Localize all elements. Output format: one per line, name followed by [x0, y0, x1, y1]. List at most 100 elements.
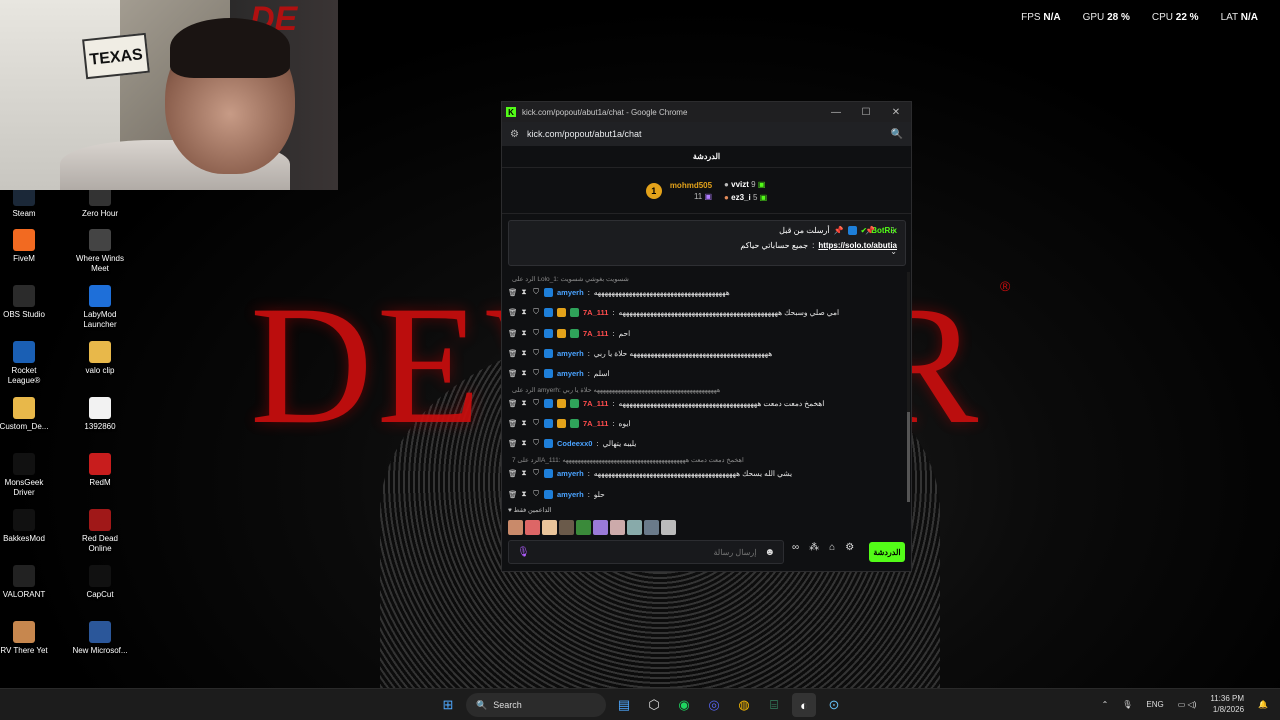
desktop-icon[interactable]: Rocket League®: [0, 341, 52, 386]
desktop-icon[interactable]: Red Dead Online: [72, 509, 128, 554]
ban-icon[interactable]: ⛉: [532, 348, 540, 358]
desktop-icon[interactable]: CapCut: [72, 565, 128, 600]
timeout-icon[interactable]: ⧗: [520, 328, 528, 338]
emoji-icon[interactable]: ☻: [764, 547, 775, 558]
delete-icon[interactable]: 🗑: [508, 369, 518, 378]
chat-message[interactable]: 🗑 ⧗ ⛉ amyerh: هههههههههههههههههههههههههههههه…: [508, 348, 898, 358]
desktop-icon[interactable]: valo clip: [72, 341, 128, 376]
timeout-icon[interactable]: ⧗: [520, 438, 528, 448]
gifter-name[interactable]: ez3_i: [731, 193, 751, 202]
desktop-icon[interactable]: Where Winds Meet: [72, 229, 128, 274]
chat-username[interactable]: amyerh: [557, 288, 584, 297]
chat-messages[interactable]: الرد على Lolo_1: شسويت بغوشي شسويت 🗑 ⧗ ⛉ amy…: [508, 270, 906, 502]
infinity-icon[interactable]: ∞: [792, 542, 799, 553]
timeout-icon[interactable]: ⧗: [520, 418, 528, 428]
settings-icon[interactable]: ⚙: [845, 542, 854, 553]
chat-username[interactable]: 7A_111: [583, 399, 608, 408]
taskbar-search[interactable]: 🔍 Search: [466, 693, 606, 717]
desktop-icon[interactable]: RedM: [72, 453, 128, 488]
delete-icon[interactable]: 🗑: [508, 399, 518, 408]
reply-context[interactable]: الرد على Lolo_1: شسويت بغوشي شسويت: [512, 275, 902, 283]
ban-icon[interactable]: ⛉: [532, 438, 540, 448]
desktop-icon[interactable]: 1392860: [72, 397, 128, 432]
timeout-icon[interactable]: ⧗: [520, 368, 528, 378]
unpin-icon[interactable]: 📌: [865, 226, 875, 235]
chat-input-box[interactable]: 🎙 ☻: [508, 540, 784, 564]
microphone-icon[interactable]: 🎙: [1122, 700, 1132, 709]
microphone-icon[interactable]: 🎙: [517, 547, 530, 558]
chat-message[interactable]: 🗑 ⧗ ⛉ 7A_111: ايوه: [508, 418, 898, 428]
epic-games-icon[interactable]: ⬡: [642, 693, 666, 717]
url-text[interactable]: kick.com/popout/abut1a/chat: [527, 129, 642, 139]
desktop-icon[interactable]: MonsGeek Driver: [0, 453, 52, 498]
close-button[interactable]: ✕: [881, 107, 911, 118]
timeout-icon[interactable]: ⧗: [520, 287, 528, 297]
chat-username[interactable]: 7A_111: [583, 419, 608, 428]
chat-username[interactable]: amyerh: [557, 349, 584, 358]
chat-username[interactable]: Codeexx0: [557, 439, 592, 448]
desktop-icon[interactable]: FiveM: [0, 229, 52, 264]
chrome-window[interactable]: K kick.com/popout/abut1a/chat - Google C…: [501, 101, 912, 572]
delete-icon[interactable]: 🗑: [508, 469, 518, 478]
supporter-avatars[interactable]: [508, 520, 676, 535]
reply-context[interactable]: الرد على amyerh: ههههههههههههههههههههههه…: [512, 386, 902, 394]
desktop-icon[interactable]: Custom_De...: [0, 397, 52, 432]
discord-icon[interactable]: ◎: [702, 693, 726, 717]
delete-icon[interactable]: 🗑: [508, 349, 518, 358]
gifter-name[interactable]: vvizt: [731, 180, 749, 189]
timeout-icon[interactable]: ⧗: [520, 489, 528, 499]
obs-icon[interactable]: ◐: [792, 693, 816, 717]
desktop-icon[interactable]: RV There Yet: [0, 621, 52, 656]
zoom-icon[interactable]: 🔍: [891, 129, 903, 140]
chat-message[interactable]: 🗑 ⧗ ⛉ amyerh: هههههههههههههههههههههههههههههه…: [508, 287, 898, 297]
chat-message[interactable]: 🗑 ⧗ ⛉ Codeexx0: يليبه يتهالي: [508, 438, 898, 448]
language-indicator[interactable]: ENG: [1146, 700, 1163, 709]
timeout-icon[interactable]: ⧗: [520, 398, 528, 408]
desktop-icon[interactable]: VALORANT: [0, 565, 52, 600]
spotify-icon[interactable]: ◉: [672, 693, 696, 717]
desktop-icon[interactable]: LabyMod Launcher: [72, 285, 128, 330]
timeout-icon[interactable]: ⧗: [520, 468, 528, 478]
more-options-icon[interactable]: ⋮: [889, 226, 897, 235]
ban-icon[interactable]: ⛉: [532, 418, 540, 428]
ban-icon[interactable]: ⛉: [532, 328, 540, 338]
file-explorer-icon[interactable]: ▤: [612, 693, 636, 717]
delete-icon[interactable]: 🗑: [508, 419, 518, 428]
delete-icon[interactable]: 🗑: [508, 308, 518, 317]
terminal-icon[interactable]: ⌸: [762, 693, 786, 717]
network-volume-icon[interactable]: ▭ ◁): [1178, 700, 1197, 709]
chat-username[interactable]: amyerh: [557, 369, 584, 378]
store-icon[interactable]: ⌂: [829, 542, 835, 553]
desktop-icon[interactable]: OBS Studio: [0, 285, 52, 320]
send-chat-button[interactable]: الدردشة: [869, 542, 905, 562]
ban-icon[interactable]: ⛉: [532, 489, 540, 499]
chat-input[interactable]: [529, 547, 765, 557]
chrome-icon[interactable]: ◍: [732, 693, 756, 717]
timeout-icon[interactable]: ⧗: [520, 307, 528, 317]
chat-username[interactable]: amyerh: [557, 469, 584, 478]
chat-message[interactable]: 🗑 ⧗ ⛉ 7A_111: احم: [508, 328, 898, 338]
delete-icon[interactable]: 🗑: [508, 288, 518, 297]
delete-icon[interactable]: 🗑: [508, 439, 518, 448]
chat-message[interactable]: 🗑 ⧗ ⛉ amyerh: اسلم: [508, 368, 898, 378]
ban-icon[interactable]: ⛉: [532, 468, 540, 478]
chat-username[interactable]: 7A_111: [583, 308, 608, 317]
gifter-name[interactable]: mohmd505: [670, 181, 712, 190]
chevron-up-icon[interactable]: ⌃: [1102, 700, 1109, 709]
chat-username[interactable]: 7A_111: [583, 329, 608, 338]
ban-icon[interactable]: ⛉: [532, 287, 540, 297]
site-settings-icon[interactable]: ⚙: [510, 129, 519, 140]
minimize-button[interactable]: —: [821, 107, 851, 118]
desktop-icon[interactable]: New Microsof...: [72, 621, 128, 656]
windows-start-icon[interactable]: ⊞: [436, 693, 460, 717]
clock[interactable]: 11:36 PM 1/8/2026: [1210, 693, 1244, 715]
pinned-link[interactable]: https://solo.to/abutia: [818, 241, 897, 250]
reply-context[interactable]: الرد على 7A_111: اهخمخ دمعت دمعت ههههههه…: [512, 456, 902, 464]
delete-icon[interactable]: 🗑: [508, 490, 518, 499]
chat-message[interactable]: 🗑 ⧗ ⛉ 7A_111: اهخمخ دمعت دمعت هههههههههههههه…: [508, 398, 898, 408]
window-titlebar[interactable]: K kick.com/popout/abut1a/chat - Google C…: [502, 102, 911, 122]
delete-icon[interactable]: 🗑: [508, 329, 518, 338]
chevron-down-icon[interactable]: ⌄: [890, 247, 897, 256]
desktop-icon[interactable]: BakkesMod: [0, 509, 52, 544]
ban-icon[interactable]: ⛉: [532, 398, 540, 408]
